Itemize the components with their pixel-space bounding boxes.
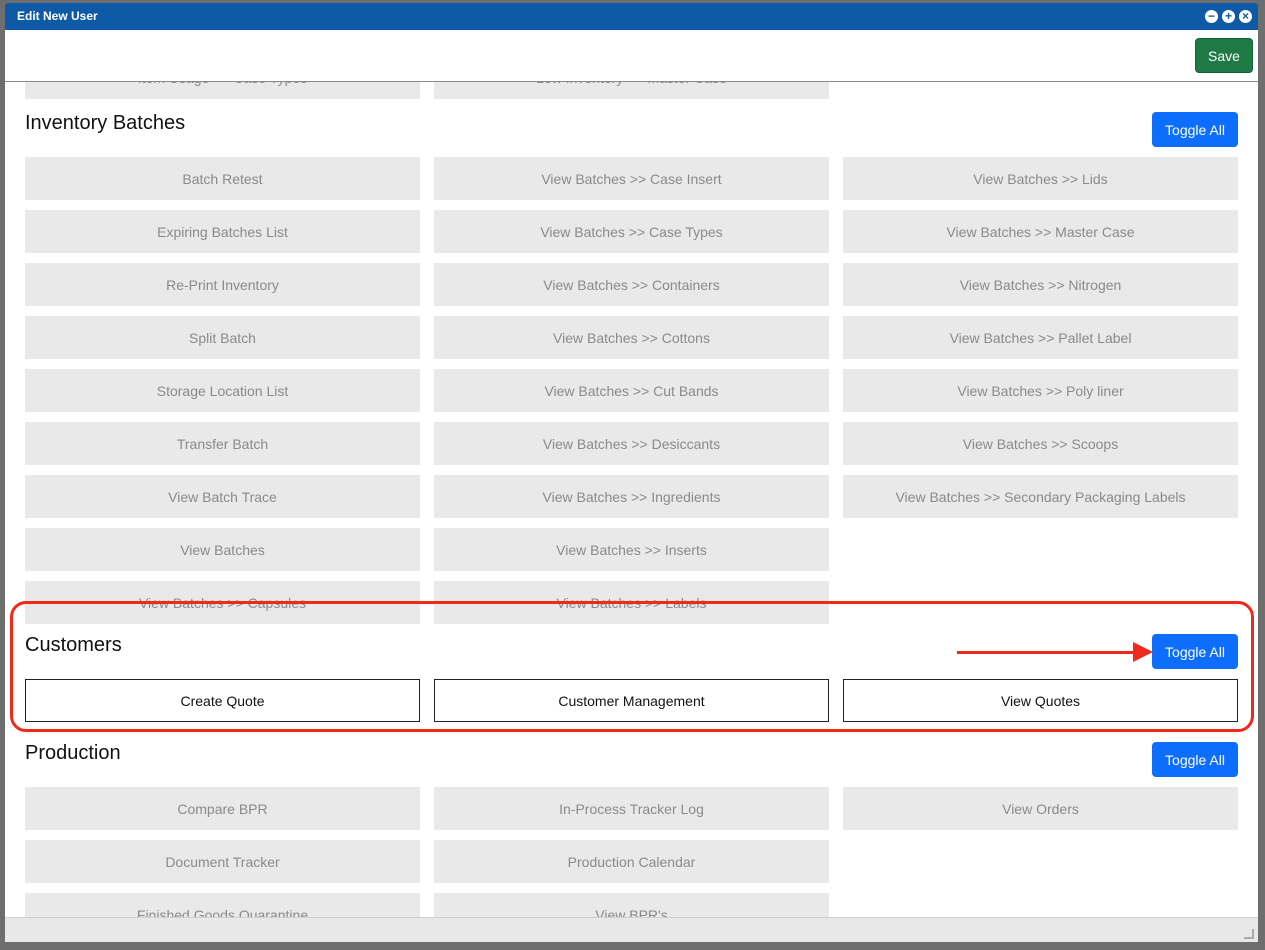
toggle-all-inventory-batches-button[interactable]: Toggle All bbox=[1152, 112, 1238, 147]
permission-toggle[interactable]: Re-Print Inventory bbox=[25, 263, 420, 306]
permission-toggle[interactable]: View Orders bbox=[843, 787, 1238, 830]
permission-toggle[interactable]: Compare BPR bbox=[25, 787, 420, 830]
save-button[interactable]: Save bbox=[1195, 38, 1253, 73]
permission-toggle[interactable]: Split Batch bbox=[25, 316, 420, 359]
permission-toggle[interactable]: Batch Retest bbox=[25, 157, 420, 200]
permission-toggle[interactable]: View Batches >> Cottons bbox=[434, 316, 829, 359]
permission-toggle[interactable]: View Batches >> Case Insert bbox=[434, 157, 829, 200]
permission-toggle[interactable]: View Batch Trace bbox=[25, 475, 420, 518]
permission-toggle[interactable]: View BPR's bbox=[434, 893, 829, 917]
permission-toggle[interactable]: View Batches >> Ingredients bbox=[434, 475, 829, 518]
permission-toggle[interactable]: View Batches >> Pallet Label bbox=[843, 316, 1238, 359]
permission-toggle[interactable]: View Batches bbox=[25, 528, 420, 571]
permission-toggle[interactable]: View Batches >> Nitrogen bbox=[843, 263, 1238, 306]
permission-toggle[interactable]: View Batches >> Inserts bbox=[434, 528, 829, 571]
permission-toggle[interactable]: Production Calendar bbox=[434, 840, 829, 883]
minimize-icon[interactable]: − bbox=[1205, 10, 1218, 23]
permission-toggle[interactable]: Document Tracker bbox=[25, 840, 420, 883]
permission-toggle[interactable]: Finished Goods Quarantine bbox=[25, 893, 420, 917]
permission-toggle[interactable]: View Batches >> Case Types bbox=[434, 210, 829, 253]
production-grid: Compare BPR In-Process Tracker Log View Or… bbox=[25, 787, 1238, 917]
grid-spacer bbox=[843, 840, 1238, 883]
status-bar bbox=[5, 917, 1258, 942]
title-bar[interactable]: Edit New User − + × bbox=[5, 3, 1258, 30]
edit-user-dialog: Edit New User − + × Save Item Usage >> C… bbox=[0, 0, 1265, 950]
annotation-highlight-box bbox=[10, 601, 1254, 732]
permission-toggle[interactable]: View Batches >> Cut Bands bbox=[434, 369, 829, 412]
grid-spacer bbox=[843, 82, 1238, 99]
permission-toggle[interactable]: Storage Location List bbox=[25, 369, 420, 412]
section-title-production: Production bbox=[25, 742, 121, 764]
section-title-inventory-batches: Inventory Batches bbox=[25, 112, 186, 134]
resize-grip-icon[interactable] bbox=[1244, 929, 1254, 939]
top-partial-grid: Item Usage >> Case Types Low Inventory >>… bbox=[25, 82, 1238, 99]
close-icon[interactable]: × bbox=[1239, 10, 1252, 23]
toggle-all-production-button[interactable]: Toggle All bbox=[1152, 742, 1238, 777]
permission-toggle[interactable]: Transfer Batch bbox=[25, 422, 420, 465]
permission-toggle[interactable]: View Batches >> Containers bbox=[434, 263, 829, 306]
annotation-arrow bbox=[957, 651, 1135, 654]
grid-spacer bbox=[843, 893, 1238, 917]
window-controls: − + × bbox=[1205, 10, 1252, 23]
inventory-batches-grid: Batch Retest View Batches >> Case Insert V… bbox=[25, 157, 1238, 624]
maximize-icon[interactable]: + bbox=[1222, 10, 1235, 23]
grid-spacer bbox=[843, 528, 1238, 571]
permission-toggle[interactable]: View Batches >> Secondary Packaging Labe… bbox=[843, 475, 1238, 518]
permissions-panel[interactable]: Item Usage >> Case Types Low Inventory >>… bbox=[5, 82, 1258, 917]
toolbar: Save bbox=[5, 30, 1258, 82]
permission-toggle[interactable]: In-Process Tracker Log bbox=[434, 787, 829, 830]
permission-toggle[interactable]: View Batches >> Desiccants bbox=[434, 422, 829, 465]
permission-toggle[interactable]: View Batches >> Poly liner bbox=[843, 369, 1238, 412]
permission-toggle[interactable]: Low Inventory >> Master Case bbox=[434, 82, 829, 99]
permission-toggle[interactable]: View Batches >> Lids bbox=[843, 157, 1238, 200]
annotation-arrow-head-icon bbox=[1133, 642, 1153, 662]
permission-toggle[interactable]: Expiring Batches List bbox=[25, 210, 420, 253]
permission-toggle[interactable]: Item Usage >> Case Types bbox=[25, 82, 420, 99]
window-title: Edit New User bbox=[17, 9, 98, 23]
permission-toggle[interactable]: View Batches >> Scoops bbox=[843, 422, 1238, 465]
permission-toggle[interactable]: View Batches >> Master Case bbox=[843, 210, 1238, 253]
